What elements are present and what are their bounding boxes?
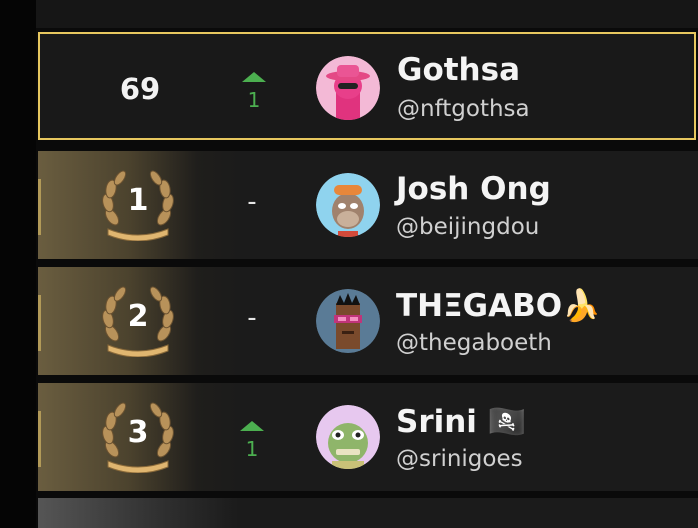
user-handle: @thegaboeth <box>396 330 552 356</box>
rank-accent-bar <box>38 295 41 351</box>
rank-number: 1 <box>127 183 149 218</box>
leaderboard-row[interactable]: 2 - THΞGABO🍌 @thegaboeth <box>38 267 698 375</box>
rank-change: - <box>247 187 257 217</box>
leaderboard-row[interactable]: 1 - Josh Ong @beijingdou <box>38 151 698 259</box>
user-name: THΞGABO🍌 <box>396 287 601 324</box>
rank-number: 2 <box>127 299 149 334</box>
avatar[interactable] <box>316 173 380 237</box>
rank-change: - <box>247 303 257 333</box>
current-user-row[interactable]: 69 1 Gothsa @nftgothsa <box>38 32 696 140</box>
rank-number: 3 <box>127 415 149 450</box>
rank-background <box>38 498 238 528</box>
rank-number: 69 <box>119 72 161 106</box>
left-edge <box>0 0 36 528</box>
avatar[interactable] <box>316 289 380 353</box>
user-handle: @nftgothsa <box>397 96 530 122</box>
banana-icon: 🍌 <box>562 288 601 324</box>
rank-change-value: 1 <box>245 437 259 461</box>
rank-change: 1 <box>234 72 274 112</box>
rank-change-value: 1 <box>247 88 261 112</box>
user-name-text: Srini <box>396 404 477 440</box>
user-name: Josh Ong <box>396 171 551 207</box>
user-name: Gothsa <box>397 52 521 88</box>
arrow-up-icon <box>242 72 266 82</box>
rank-change: 1 <box>232 421 272 461</box>
user-handle: @srinigoes <box>396 446 523 472</box>
leaderboard-row[interactable]: 3 1 Srini 🏴‍☠️ @srinigoes <box>38 383 698 491</box>
leaderboard-row-partial[interactable] <box>38 498 698 528</box>
rank-accent-bar <box>38 179 41 235</box>
user-handle: @beijingdou <box>396 214 540 240</box>
user-name-text: THΞGABO <box>396 288 563 324</box>
avatar[interactable] <box>316 405 380 469</box>
arrow-up-icon <box>240 421 264 431</box>
pirate-flag-icon: 🏴‍☠️ <box>487 404 527 440</box>
rank-accent-bar <box>38 411 41 467</box>
previous-row-fragment <box>36 0 698 28</box>
avatar[interactable] <box>316 56 380 120</box>
user-name: Srini 🏴‍☠️ <box>396 403 526 440</box>
